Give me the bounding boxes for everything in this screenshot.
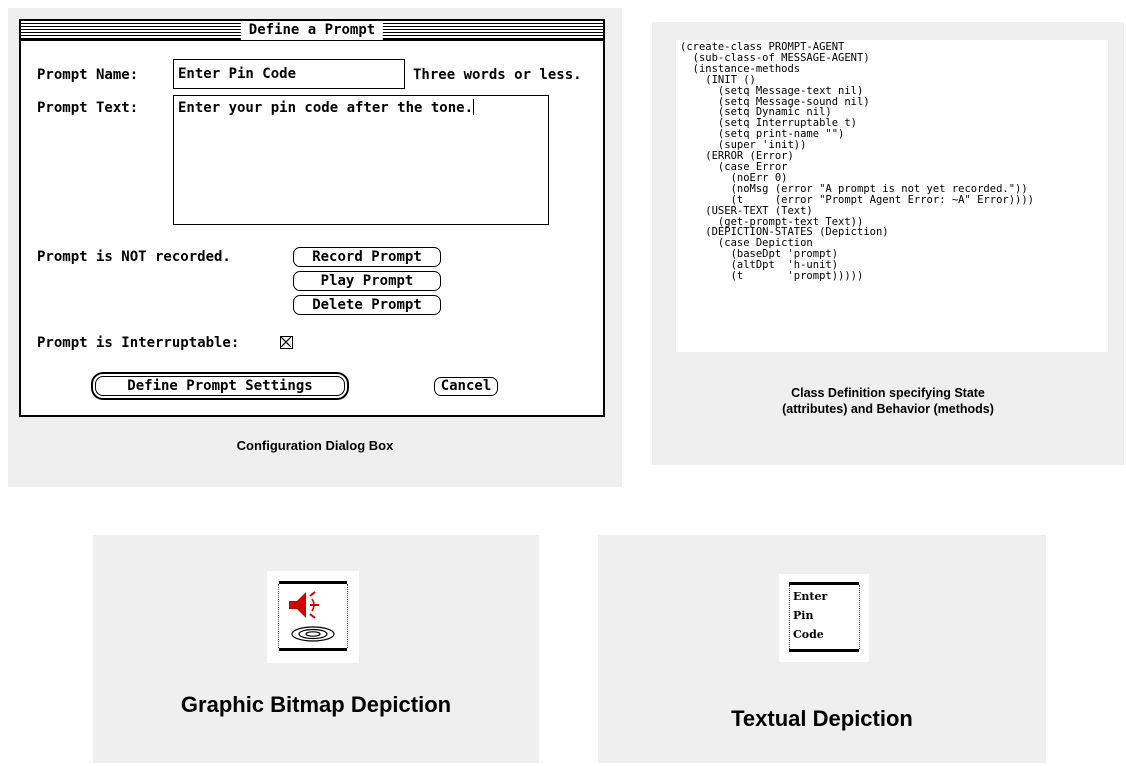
prompt-name-hint: Three words or less. <box>413 67 582 83</box>
class-definition-code-box: (create-class PROMPT-AGENT (sub-class-of… <box>676 40 1108 352</box>
code-listing: (create-class PROMPT-AGENT (sub-class-of… <box>680 41 1035 283</box>
textual-caption: Textual Depiction <box>731 706 913 731</box>
graphic-icon-box <box>267 571 359 663</box>
code-caption-line1: Class Definition specifying State <box>791 386 985 400</box>
delete-prompt-button[interactable]: Delete Prompt <box>293 295 441 315</box>
text-cursor <box>473 99 475 115</box>
dialog-caption: Configuration Dialog Box <box>236 438 394 453</box>
prompt-text-area[interactable]: Enter your pin code after the tone. <box>173 95 549 225</box>
record-prompt-button[interactable]: Record Prompt <box>293 247 441 267</box>
play-prompt-button[interactable]: Play Prompt <box>293 271 441 291</box>
record-status-text: Prompt is NOT recorded. <box>37 249 231 265</box>
speaker-sound-icon <box>289 591 335 642</box>
graphic-depiction <box>278 581 348 651</box>
prompt-name-label: Prompt Name: <box>37 67 139 83</box>
textual-word-2: Pin <box>793 609 814 622</box>
define-prompt-settings-button[interactable]: Define Prompt Settings <box>91 372 349 400</box>
dialog-title: Define a Prompt <box>240 21 384 40</box>
dialog-titlebar[interactable]: Define a Prompt <box>21 21 603 41</box>
cancel-button[interactable]: Cancel <box>434 377 498 396</box>
interruptable-label: Prompt is Interruptable: <box>37 335 240 351</box>
checkbox-x-icon <box>281 337 291 347</box>
textual-depiction: Enter Pin Code <box>789 582 860 652</box>
interruptable-checkbox[interactable] <box>280 336 293 349</box>
graphic-caption: Graphic Bitmap Depiction <box>180 692 452 717</box>
prompt-name-field[interactable]: Enter Pin Code <box>173 59 405 89</box>
textual-icon-box: Enter Pin Code <box>779 574 869 662</box>
textual-word-3: Code <box>793 628 824 641</box>
define-prompt-dialog: Define a Prompt Prompt Name: Enter Pin C… <box>19 19 605 417</box>
prompt-text-label: Prompt Text: <box>37 100 139 116</box>
code-caption-line2: (attributes) and Behavior (methods) <box>782 402 994 416</box>
tape-reel-icon <box>291 626 335 642</box>
prompt-name-value: Enter Pin Code <box>178 66 297 82</box>
textual-word-1: Enter <box>793 590 828 603</box>
prompt-text-value: Enter your pin code after the tone. <box>178 100 474 116</box>
